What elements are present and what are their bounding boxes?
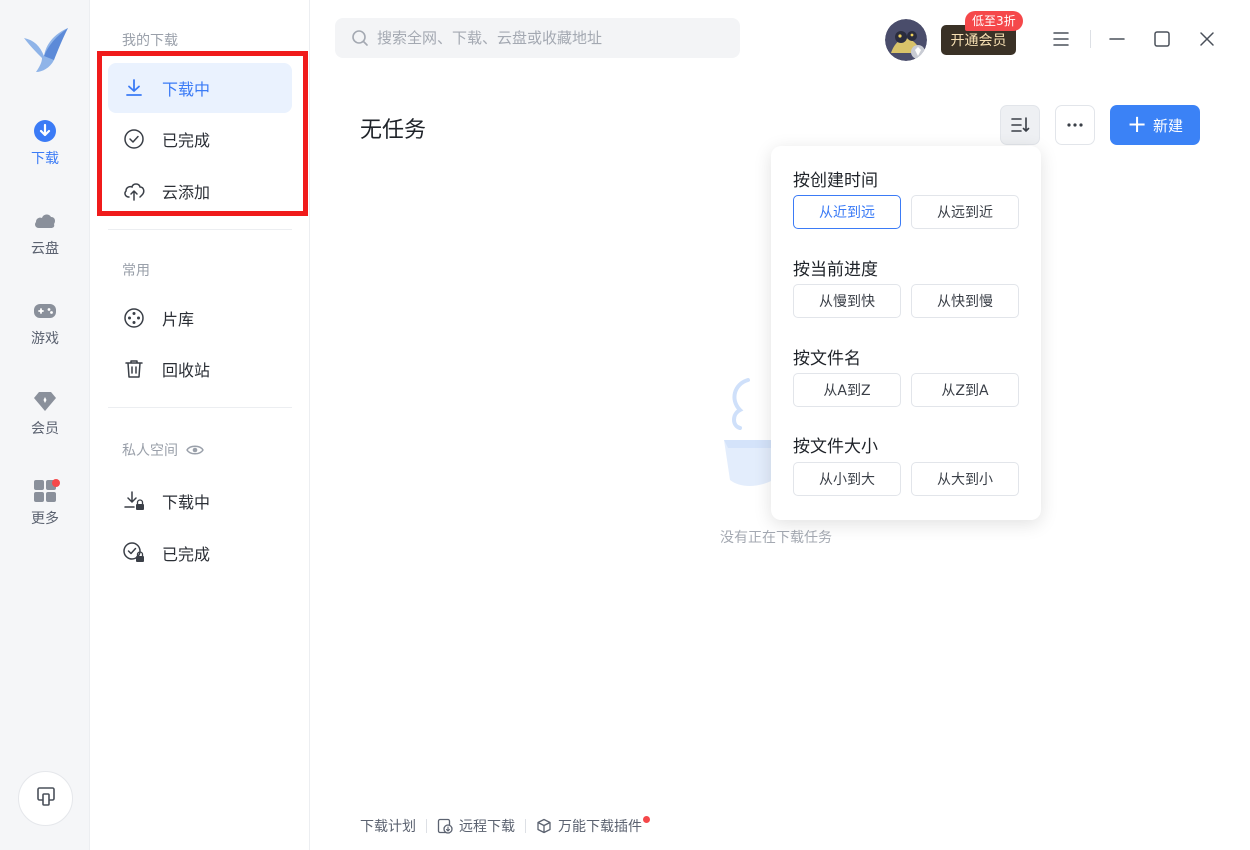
rail-label: 下载 (31, 151, 59, 167)
download-sidebar: 我的下载 下载中 已完成 云添加 常用 片库 回收站 私人空间 下载中 已完成 (90, 0, 310, 850)
sort-group-title: 按当前进度 (793, 260, 878, 280)
discount-badge: 低至3折 (965, 11, 1023, 31)
sidebar-item-label: 片库 (162, 310, 195, 329)
sidebar-item-downloading[interactable]: 下载中 (108, 63, 292, 113)
minimize-button[interactable] (1105, 27, 1129, 51)
page-title: 无任务 (360, 118, 427, 143)
sort-icon (1010, 116, 1030, 134)
sort-option-size-small-first[interactable]: 从小到大 (793, 462, 901, 496)
search-input[interactable] (377, 29, 717, 47)
sidebar-item-cloud-add[interactable]: 云添加 (108, 166, 292, 216)
sidebar-item-label: 云添加 (162, 183, 211, 202)
sidebar-item-completed[interactable]: 已完成 (108, 114, 292, 164)
footer-label: 万能下载插件 (558, 819, 642, 835)
more-options-button[interactable] (1055, 105, 1095, 145)
divider (525, 819, 526, 833)
search-bar[interactable] (335, 18, 740, 58)
rail-label: 更多 (31, 511, 59, 527)
maximize-icon (1153, 30, 1171, 48)
more-dots-icon (1066, 122, 1084, 128)
hamburger-icon (1052, 31, 1070, 47)
download-plan-link[interactable]: 下载计划 (360, 816, 416, 836)
section-heading: 我的下载 (122, 33, 178, 49)
cloud-icon (32, 208, 58, 234)
device-icon (34, 785, 58, 813)
trash-icon (122, 357, 146, 381)
notification-dot (643, 815, 650, 823)
download-arrow-icon (122, 76, 146, 100)
left-rail: 下载 云盘 游戏 会员 更多 (0, 0, 90, 850)
cube-icon (536, 818, 552, 834)
section-heading: 私人空间 (122, 443, 178, 459)
private-space-heading: 私人空间 (122, 440, 204, 460)
section-heading: 常用 (122, 263, 150, 279)
gamepad-icon (32, 298, 58, 324)
sort-option-size-large-first[interactable]: 从大到小 (911, 462, 1019, 496)
divider (426, 819, 427, 833)
film-reel-icon (122, 306, 146, 330)
sidebar-item-private-downloading[interactable]: 下载中 (108, 476, 292, 526)
sort-button[interactable] (1000, 105, 1040, 145)
sidebar-item-trash[interactable]: 回收站 (108, 344, 292, 394)
check-circle-icon (122, 127, 146, 151)
download-plugin-link[interactable]: 万能下载插件 (536, 815, 650, 836)
sort-group-title: 按文件大小 (793, 437, 878, 457)
rail-item-more[interactable]: 更多 (0, 478, 90, 548)
sort-option-name-a-z[interactable]: 从A到Z (793, 373, 901, 407)
maximize-button[interactable] (1150, 27, 1174, 51)
remote-download-icon (437, 818, 453, 834)
sort-group-title: 按文件名 (793, 349, 861, 369)
sort-dropdown-menu: 按创建时间 从近到远 从远到近 按当前进度 从慢到快 从快到慢 按文件名 从A到… (771, 146, 1041, 520)
rail-item-download[interactable]: 下载 (0, 118, 90, 188)
diamond-icon (32, 388, 58, 414)
menu-button[interactable] (1049, 27, 1073, 51)
download-circle-icon (32, 118, 58, 144)
close-button[interactable] (1195, 27, 1219, 51)
download-lock-icon (122, 489, 146, 513)
divider (108, 407, 292, 408)
sort-option-name-z-a[interactable]: 从Z到A (911, 373, 1019, 407)
remote-download-link[interactable]: 远程下载 (437, 816, 515, 836)
rail-item-vip[interactable]: 会员 (0, 388, 90, 458)
sort-option-oldest-first[interactable]: 从远到近 (911, 195, 1019, 229)
notification-dot (52, 479, 60, 487)
sort-option-newest-first[interactable]: 从近到远 (793, 195, 901, 229)
app-window: 下载 云盘 游戏 会员 更多 我的下载 下载中 已完成 云添加 常用 片库 回收… (0, 0, 1250, 850)
sort-option-progress-fast-first[interactable]: 从快到慢 (911, 284, 1019, 318)
divider (108, 229, 292, 230)
close-icon (1198, 30, 1216, 48)
sort-option-progress-slow-first[interactable]: 从慢到快 (793, 284, 901, 318)
sort-group-title: 按创建时间 (793, 171, 878, 191)
rail-item-cloud[interactable]: 云盘 (0, 208, 90, 278)
empty-state-text: 没有正在下载任务 (720, 530, 832, 546)
plus-icon: + (1126, 110, 1148, 138)
cloud-upload-icon (122, 179, 146, 203)
device-switch-button[interactable] (18, 771, 73, 826)
app-logo-icon (20, 24, 72, 76)
sidebar-item-label: 已完成 (162, 545, 211, 564)
rail-label: 云盘 (31, 241, 59, 257)
sidebar-item-private-completed[interactable]: 已完成 (108, 528, 292, 578)
sidebar-item-label: 已完成 (162, 131, 211, 150)
sidebar-item-label: 回收站 (162, 361, 211, 380)
footer-bar: 下载计划 远程下载 万能下载插件 (360, 815, 650, 837)
new-task-button[interactable]: + 新建 (1110, 105, 1200, 145)
rail-item-games[interactable]: 游戏 (0, 298, 90, 368)
eye-icon[interactable] (186, 443, 204, 457)
minimize-icon (1108, 31, 1126, 47)
search-icon (351, 29, 369, 47)
sidebar-item-label: 下载中 (162, 80, 211, 99)
sidebar-item-library[interactable]: 片库 (108, 293, 292, 343)
footer-label: 远程下载 (459, 819, 515, 835)
divider (1090, 30, 1091, 48)
footer-label: 下载计划 (360, 819, 416, 835)
rail-label: 游戏 (31, 331, 59, 347)
rail-label: 会员 (31, 421, 59, 437)
check-lock-icon (122, 541, 146, 565)
sidebar-item-label: 下载中 (162, 493, 211, 512)
avatar[interactable] (885, 19, 927, 61)
new-task-label: 新建 (1153, 116, 1184, 135)
